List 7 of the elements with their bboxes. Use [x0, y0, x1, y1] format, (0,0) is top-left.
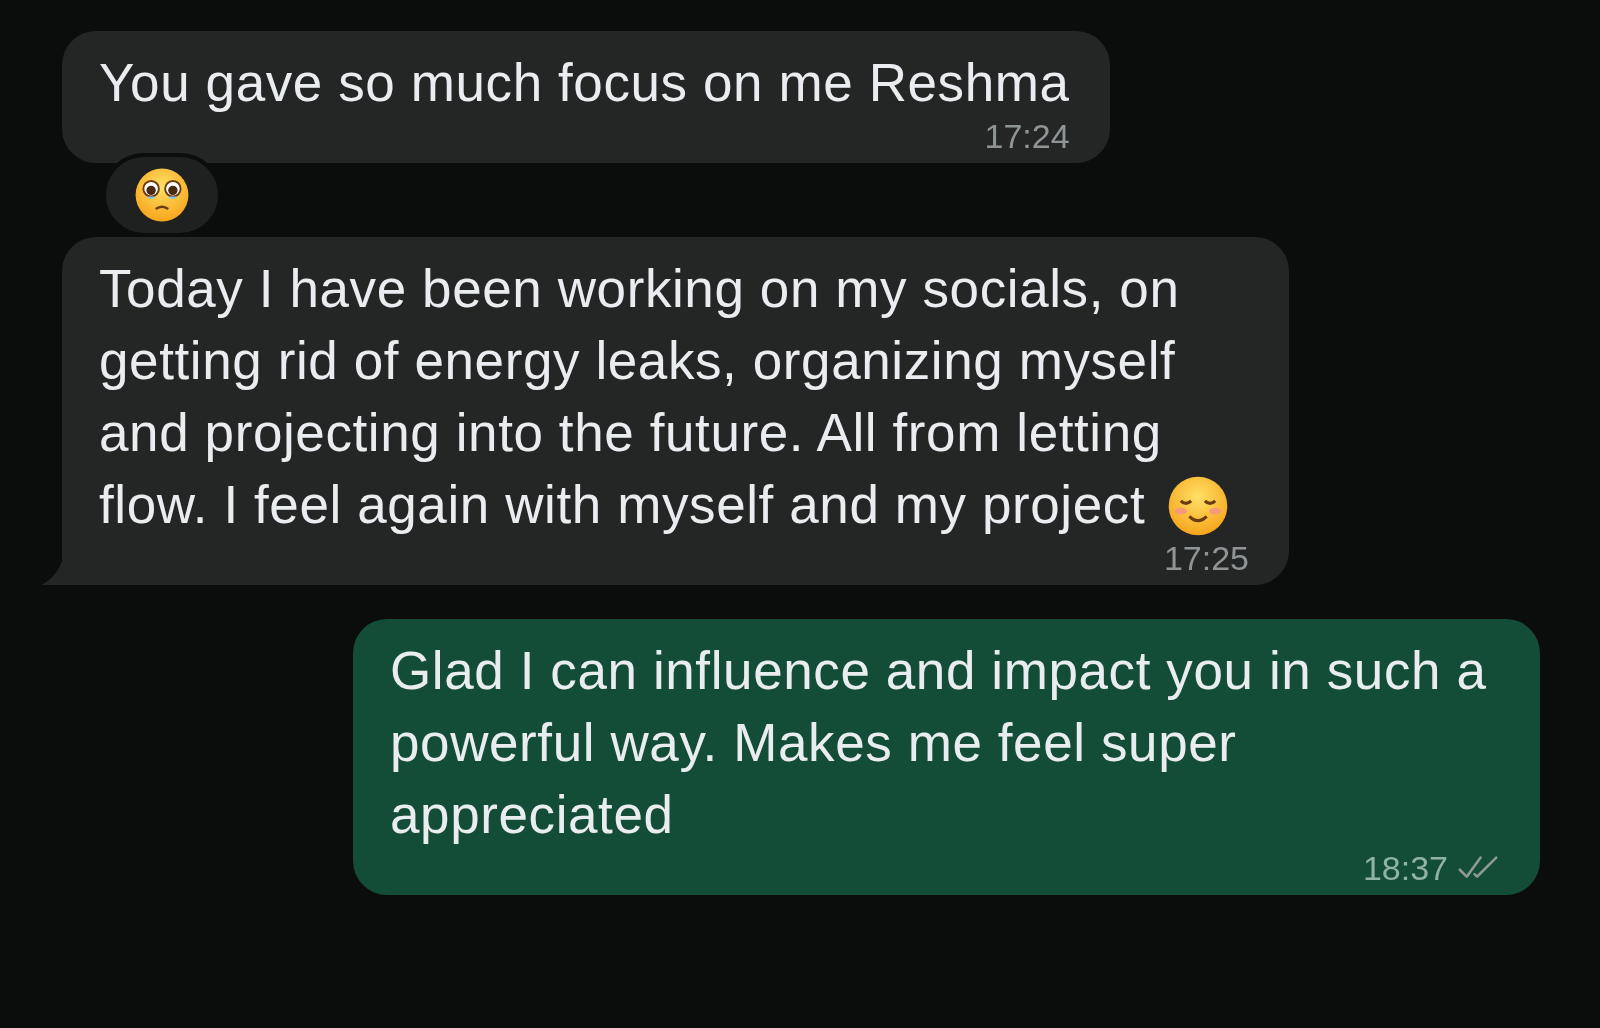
message-text: Glad I can influence and impact you in such a powerful way. Makes me feel super appreciated: [390, 640, 1488, 846]
message-time: 18:37: [1362, 851, 1448, 885]
message-time: 17:25: [1163, 541, 1249, 575]
message-text: Today I have been working on my socials, on getting rid of energy leaks, organizing myself and projecting into the future. All from letting flow. I feel again with myself and my project: [99, 253, 1249, 541]
message-text: You gave so much focus on me Reshma: [99, 52, 1070, 114]
message-time: 17:24: [984, 119, 1070, 153]
pleading-face-icon: [134, 167, 190, 223]
